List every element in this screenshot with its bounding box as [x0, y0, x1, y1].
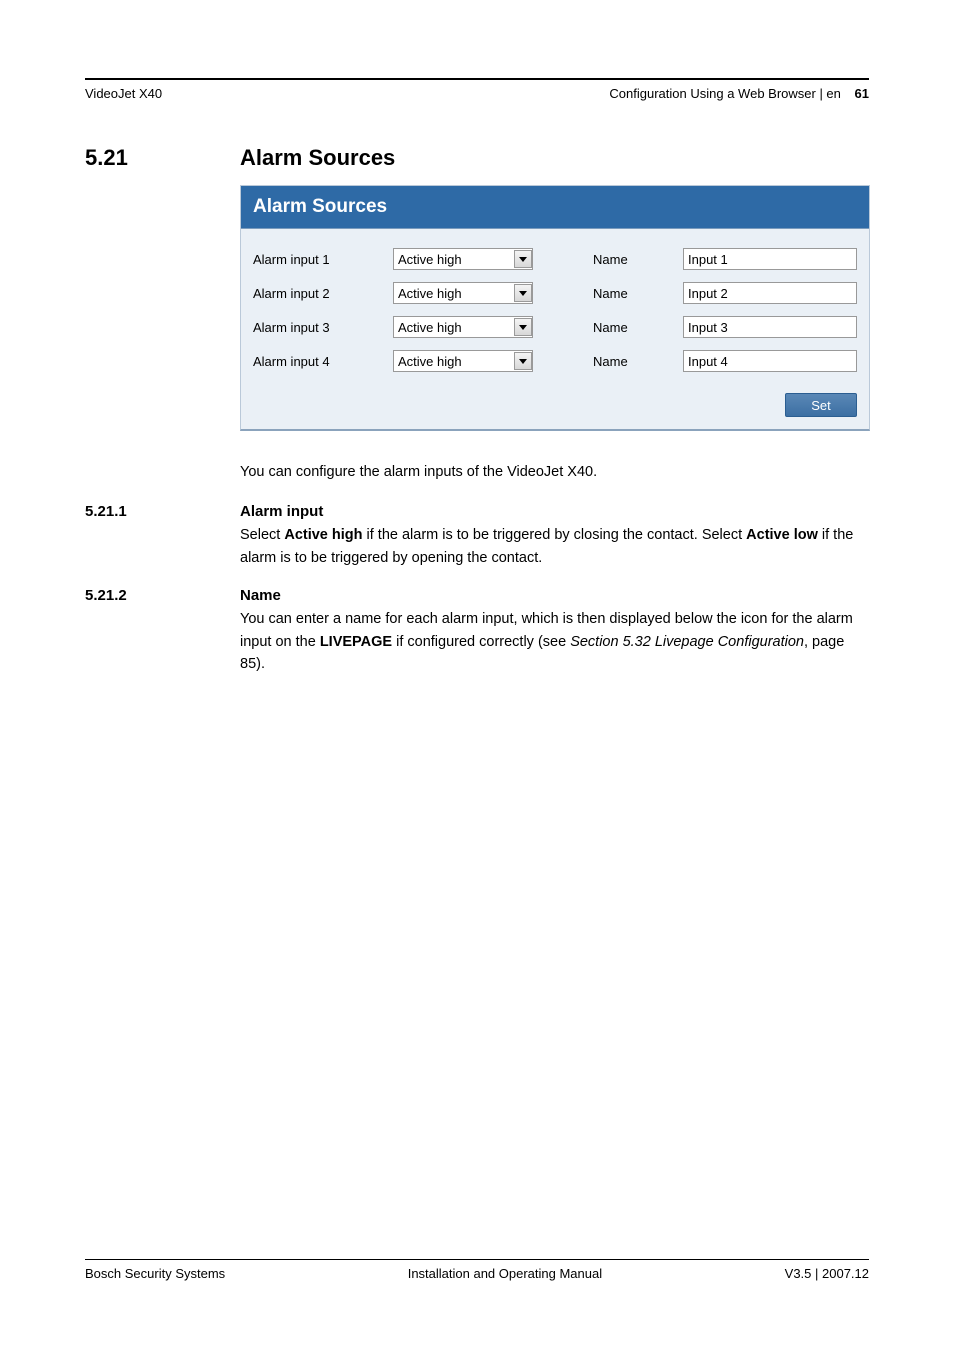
alarm-input-2-name-label: Name [593, 286, 683, 301]
alarm-input-row-4: Alarm input 4 Active high Name Input 4 [253, 345, 857, 377]
subsection-1-title: Alarm input [240, 503, 323, 520]
section-heading: 5.21 Alarm Sources [85, 145, 869, 171]
alarm-input-3-select[interactable]: Active high [393, 316, 533, 338]
alarm-sources-panel: Alarm Sources Alarm input 1 Active high … [240, 185, 870, 431]
header-right: Configuration Using a Web Browser | en 6… [609, 86, 869, 101]
subsection-1-number: 5.21.1 [85, 503, 240, 520]
subsection-1-body: Select Active high if the alarm is to be… [240, 524, 869, 569]
set-row: Set [253, 379, 857, 417]
header-right-text: Configuration Using a Web Browser | en [609, 86, 840, 101]
alarm-input-2-select-value: Active high [398, 286, 462, 301]
alarm-input-3-name-label: Name [593, 320, 683, 335]
footer-center: Installation and Operating Manual [408, 1266, 602, 1281]
alarm-input-4-select-value: Active high [398, 354, 462, 369]
chevron-down-icon [514, 318, 532, 336]
header-rule [85, 78, 869, 80]
alarm-input-1-name-label: Name [593, 252, 683, 267]
page-number: 61 [855, 86, 869, 101]
panel-body: Alarm input 1 Active high Name Input 1 A… [241, 229, 869, 429]
chevron-down-icon [514, 284, 532, 302]
alarm-input-1-select-value: Active high [398, 252, 462, 267]
alarm-input-3-name-field[interactable]: Input 3 [683, 316, 857, 338]
intro-paragraph: You can configure the alarm inputs of th… [240, 461, 869, 483]
chevron-down-icon [514, 250, 532, 268]
alarm-input-row-3: Alarm input 3 Active high Name Input 3 [253, 311, 857, 343]
page: VideoJet X40 Configuration Using a Web B… [0, 0, 954, 1351]
alarm-input-2-name-field[interactable]: Input 2 [683, 282, 857, 304]
alarm-input-1-name-field[interactable]: Input 1 [683, 248, 857, 270]
alarm-input-4-label: Alarm input 4 [253, 354, 393, 369]
section-number: 5.21 [85, 145, 240, 171]
alarm-input-3-label: Alarm input 3 [253, 320, 393, 335]
running-header: VideoJet X40 Configuration Using a Web B… [85, 86, 869, 101]
subsection-1-heading: 5.21.1 Alarm input [85, 503, 869, 524]
footer-left: Bosch Security Systems [85, 1266, 225, 1281]
subsection-2-body: You can enter a name for each alarm inpu… [240, 608, 869, 675]
alarm-input-1-select[interactable]: Active high [393, 248, 533, 270]
alarm-input-4-select[interactable]: Active high [393, 350, 533, 372]
alarm-input-1-label: Alarm input 1 [253, 252, 393, 267]
subsection-2-title: Name [240, 587, 281, 604]
subsection-2-number: 5.21.2 [85, 587, 240, 604]
content-column: Alarm Sources Alarm input 1 Active high … [240, 185, 869, 483]
subsection-2-heading: 5.21.2 Name [85, 587, 869, 608]
alarm-input-3-select-value: Active high [398, 320, 462, 335]
header-left: VideoJet X40 [85, 86, 162, 101]
chevron-down-icon [514, 352, 532, 370]
panel-title: Alarm Sources [241, 186, 869, 229]
alarm-input-row-2: Alarm input 2 Active high Name Input 2 [253, 277, 857, 309]
running-footer: Bosch Security Systems Installation and … [85, 1259, 869, 1281]
alarm-input-4-name-field[interactable]: Input 4 [683, 350, 857, 372]
alarm-input-2-label: Alarm input 2 [253, 286, 393, 301]
set-button[interactable]: Set [785, 393, 857, 417]
footer-rule [85, 1259, 869, 1260]
alarm-input-4-name-label: Name [593, 354, 683, 369]
alarm-input-2-select[interactable]: Active high [393, 282, 533, 304]
section-title: Alarm Sources [240, 145, 395, 171]
alarm-input-row-1: Alarm input 1 Active high Name Input 1 [253, 243, 857, 275]
footer-right: V3.5 | 2007.12 [785, 1266, 869, 1281]
